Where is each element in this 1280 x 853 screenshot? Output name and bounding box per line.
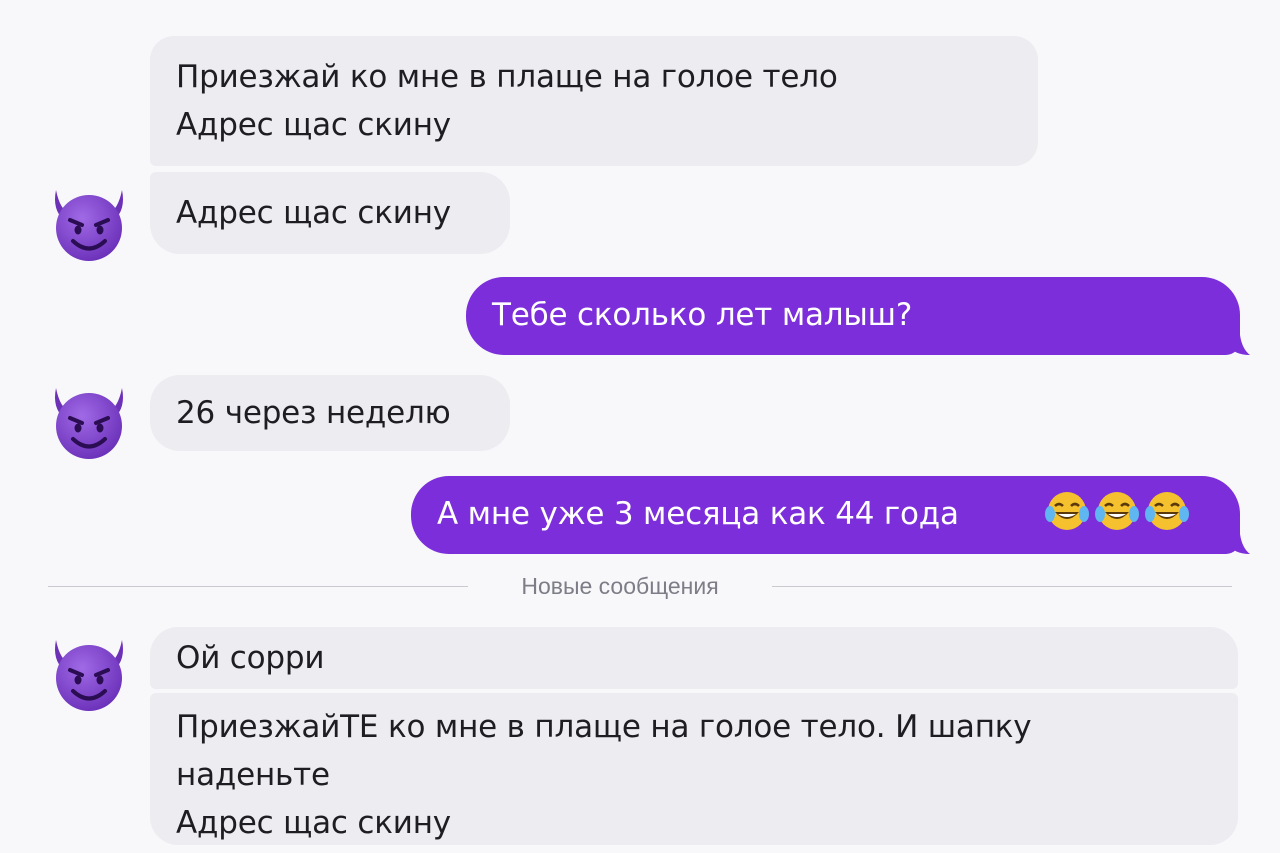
incoming-message-bubble[interactable]: Ой сорри (150, 627, 1238, 689)
smiling-devil-icon[interactable] (46, 382, 132, 462)
new-messages-divider-label: Новые сообщения (521, 573, 719, 599)
message-text: Ой сорри (176, 640, 325, 676)
incoming-message-bubble[interactable]: ПриезжайТЕ ко мне в плаще на голое тело.… (150, 693, 1238, 845)
message-text: ПриезжайТЕ ко мне в плаще на голое тело.… (176, 709, 1032, 745)
divider-line (772, 586, 1232, 587)
tears-of-joy-icon (1145, 492, 1189, 530)
bubble-tail-icon (1228, 335, 1250, 355)
smiling-devil-icon[interactable] (46, 184, 132, 264)
message-text: Адрес щас скину (176, 805, 451, 841)
tears-of-joy-icon (1045, 492, 1089, 530)
incoming-message-bubble[interactable]: 26 через неделю (150, 375, 510, 451)
message-text: 26 через неделю (176, 395, 451, 431)
tears-of-joy-emoji-row (1045, 492, 1189, 530)
incoming-message-bubble[interactable]: Приезжай ко мне в плаще на голое тело Ад… (150, 36, 1038, 166)
bubble-tail-icon (1228, 534, 1250, 554)
chat-thread: Приезжай ко мне в плаще на голое тело Ад… (0, 0, 1280, 853)
message-text: Адрес щас скину (176, 107, 451, 143)
incoming-message-bubble[interactable]: Адрес щас скину (150, 172, 510, 254)
message-text: Приезжай ко мне в плаще на голое тело (176, 59, 838, 95)
outgoing-message-bubble[interactable]: Тебе сколько лет малыш? (466, 277, 1240, 355)
message-text: Тебе сколько лет малыш? (492, 297, 913, 333)
smiling-devil-icon[interactable] (46, 634, 132, 714)
message-text: Адрес щас скину (176, 195, 451, 231)
message-text: наденьте (176, 757, 330, 793)
divider-line (48, 586, 468, 587)
tears-of-joy-icon (1095, 492, 1139, 530)
